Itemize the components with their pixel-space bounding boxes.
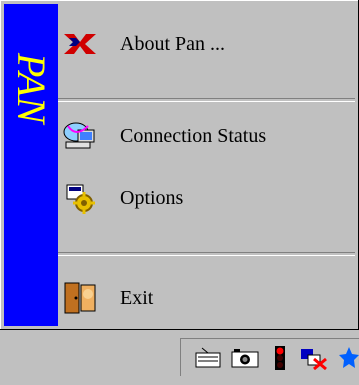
connection-status-icon [62, 118, 98, 154]
exit-door-icon [62, 280, 98, 316]
tray-popup-menu: PAN About Pan ... Connection Status Opti… [0, 0, 359, 330]
camera-icon[interactable] [231, 344, 259, 372]
brand-text: PAN [9, 52, 54, 124]
menu-item-options[interactable]: Options [58, 170, 355, 226]
star-tray-icon[interactable] [338, 344, 359, 372]
menu-item-connection-status[interactable]: Connection Status [58, 108, 355, 164]
menu-separator [58, 252, 355, 256]
system-tray [180, 338, 359, 376]
brand-strip: PAN [4, 4, 58, 326]
traffic-light-icon[interactable] [269, 344, 290, 372]
menu-item-about-label: About Pan ... [120, 32, 225, 55]
menu-item-exit[interactable]: Exit [58, 270, 355, 326]
network-icon[interactable] [300, 344, 328, 372]
menu-item-about[interactable]: About Pan ... [58, 16, 355, 72]
menu-item-exit-label: Exit [120, 286, 154, 309]
options-gear-icon [62, 180, 98, 216]
keyboard-icon[interactable] [195, 344, 221, 372]
pan-logo-icon [62, 26, 98, 62]
menu-item-connection-status-label: Connection Status [120, 124, 267, 147]
menu-item-options-label: Options [120, 186, 184, 209]
taskbar [0, 330, 359, 385]
menu-separator [58, 98, 355, 102]
